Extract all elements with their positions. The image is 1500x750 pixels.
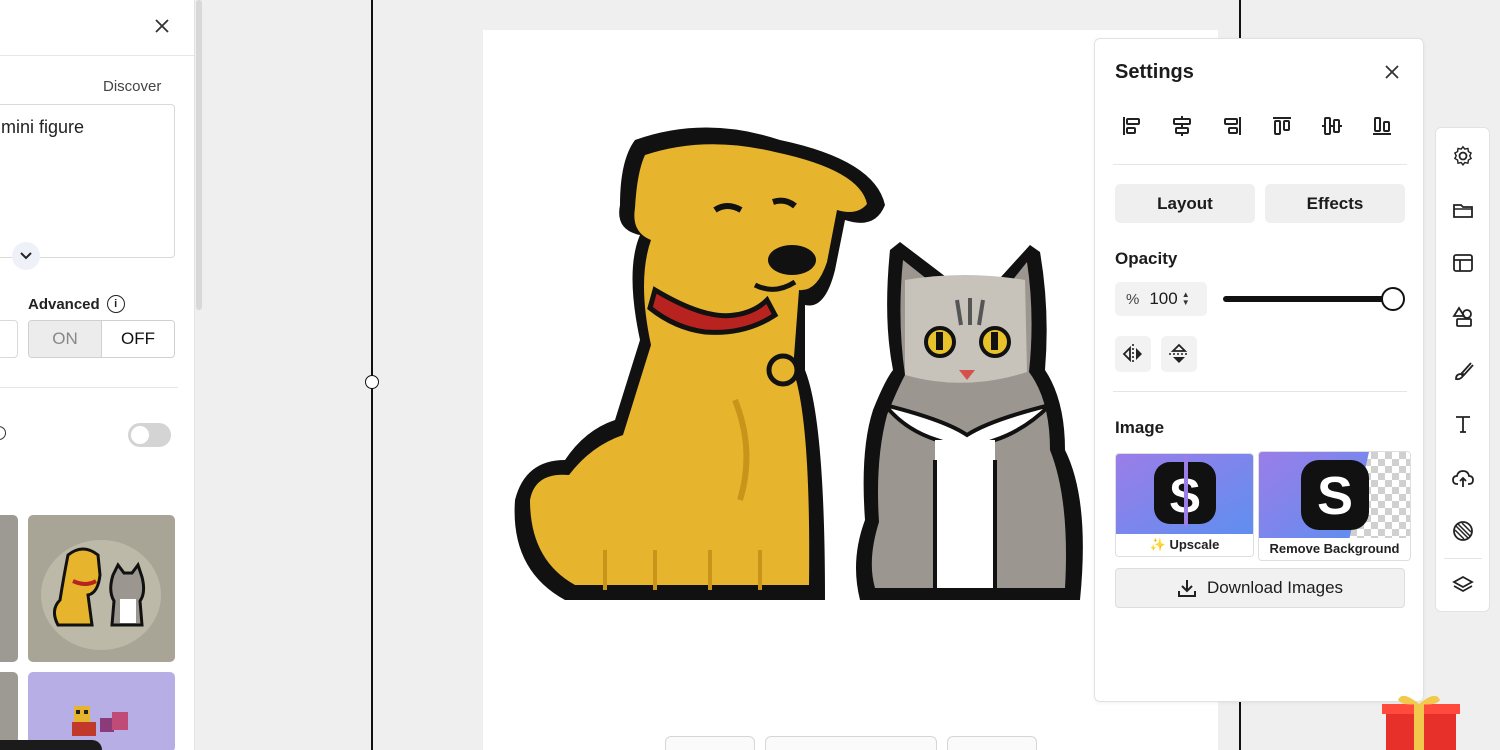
discover-link[interactable]: Discover: [103, 78, 161, 95]
divider: [0, 55, 194, 56]
dog-and-cat-sticker[interactable]: [505, 120, 1095, 620]
zoom-control[interactable]: [765, 736, 937, 750]
radio-partial[interactable]: [0, 426, 6, 440]
settings-title: Settings: [1115, 61, 1194, 83]
opacity-value: 100: [1149, 289, 1178, 308]
resize-handle[interactable]: [365, 375, 379, 389]
dog-cat-thumbnail-image: [41, 540, 161, 650]
settings-panel: Settings Layout Effects Opacity % 100 ▲ ▼: [1094, 38, 1424, 702]
align-center-horizontal-icon[interactable]: [1167, 111, 1197, 141]
upscale-label: ✨ Upscale: [1116, 534, 1253, 556]
divider: [1113, 164, 1407, 165]
close-icon[interactable]: [150, 14, 174, 38]
gear-icon[interactable]: [1450, 143, 1476, 169]
floating-action-partial[interactable]: [0, 740, 102, 750]
layers-icon[interactable]: [1450, 572, 1476, 598]
advanced-section-label: Advanced i: [28, 295, 125, 313]
align-right-icon[interactable]: [1217, 111, 1247, 141]
result-thumbnail[interactable]: [0, 672, 18, 750]
chevron-down-icon[interactable]: [12, 242, 40, 270]
opacity-label: Opacity: [1115, 249, 1178, 268]
opacity-input[interactable]: % 100 ▲ ▼: [1115, 282, 1207, 316]
pixel-pets-thumbnail-image: [72, 706, 128, 736]
divider: [0, 387, 178, 388]
opacity-slider-track[interactable]: [1223, 296, 1393, 302]
percent-unit: %: [1126, 290, 1140, 308]
advanced-label: Advanced: [28, 295, 100, 313]
zoom-out-button[interactable]: [665, 736, 755, 750]
result-thumbnail[interactable]: [28, 515, 175, 662]
tab-effects[interactable]: Effects: [1265, 184, 1405, 223]
cloud-upload-icon[interactable]: [1450, 465, 1476, 491]
text-icon[interactable]: [1450, 411, 1476, 437]
toggle-knob: [131, 426, 149, 444]
folder-icon[interactable]: [1450, 197, 1476, 223]
result-thumbnail[interactable]: [0, 515, 18, 662]
layout-icon[interactable]: [1450, 250, 1476, 276]
align-top-icon[interactable]: [1267, 111, 1297, 141]
stepper-icon[interactable]: ▲ ▼: [1182, 291, 1190, 307]
generator-panel: Discover mini figure Advanced i ON OFF: [0, 0, 195, 750]
remove-background-label: Remove Background: [1259, 538, 1410, 560]
result-thumbnail[interactable]: [28, 672, 175, 750]
scrollbar[interactable]: [196, 0, 202, 310]
tab-layout[interactable]: Layout: [1115, 184, 1255, 223]
shapes-icon[interactable]: [1450, 304, 1476, 330]
align-center-vertical-icon[interactable]: [1317, 111, 1347, 141]
download-images-button[interactable]: Download Images: [1115, 568, 1405, 608]
svg-text:S: S: [1317, 466, 1353, 526]
upscale-text: Upscale: [1169, 537, 1220, 552]
gift-icon[interactable]: [1380, 690, 1460, 750]
pattern-icon[interactable]: [1450, 518, 1476, 544]
advanced-toggle: ON OFF: [28, 320, 175, 358]
remove-background-preview-image: S: [1259, 452, 1410, 540]
option-button-partial[interactable]: [0, 320, 18, 358]
align-left-icon[interactable]: [1117, 111, 1147, 141]
divider: [1444, 558, 1482, 559]
flip-vertical-icon[interactable]: [1161, 336, 1197, 372]
sparkle-icon: ✨: [1149, 537, 1166, 552]
opacity-slider-handle[interactable]: [1381, 287, 1405, 311]
download-icon: [1177, 580, 1196, 597]
right-toolbar: [1435, 127, 1490, 612]
info-icon[interactable]: i: [106, 295, 125, 313]
toggle-switch[interactable]: [128, 423, 171, 447]
divider: [1113, 391, 1407, 392]
fit-button[interactable]: [947, 736, 1037, 750]
remove-background-button[interactable]: S Remove Background: [1258, 451, 1411, 561]
cat-figure: [856, 242, 1083, 600]
flip-horizontal-icon[interactable]: [1115, 336, 1151, 372]
close-icon[interactable]: [1379, 59, 1405, 85]
dog-figure: [514, 127, 885, 600]
image-section-label: Image: [1115, 418, 1165, 437]
upscale-button[interactable]: S ✨ Upscale: [1115, 453, 1254, 557]
prompt-text: mini figure: [1, 117, 85, 137]
brush-icon[interactable]: [1450, 358, 1476, 384]
prompt-textarea[interactable]: mini figure: [0, 104, 175, 258]
download-label: Download Images: [1206, 578, 1344, 597]
align-bottom-icon[interactable]: [1367, 111, 1397, 141]
upscale-preview-image: S: [1116, 454, 1253, 536]
advanced-on-button[interactable]: ON: [29, 321, 102, 357]
advanced-off-button[interactable]: OFF: [102, 321, 174, 357]
alignment-toolbar: [1117, 111, 1397, 141]
